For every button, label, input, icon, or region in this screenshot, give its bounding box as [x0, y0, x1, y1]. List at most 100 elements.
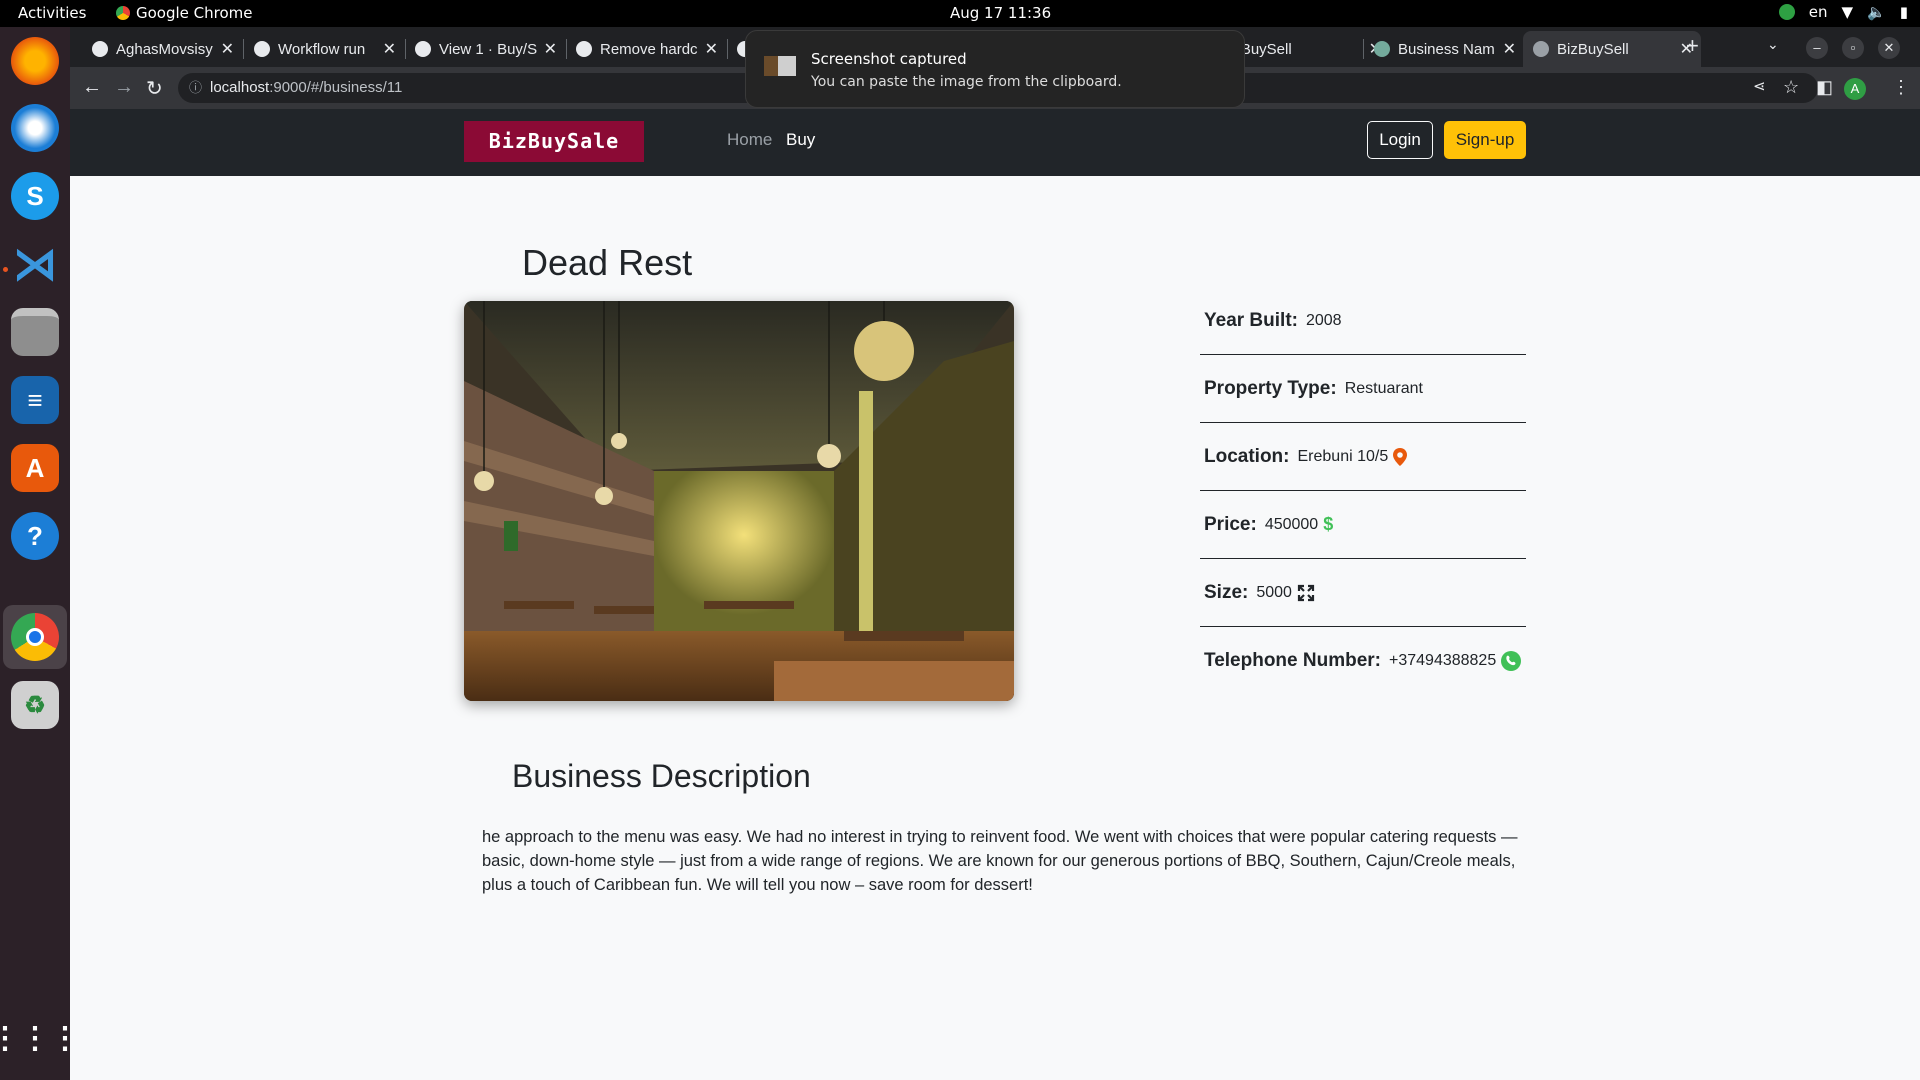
tab-title: Workflow run: [278, 40, 366, 58]
thunderbird-icon[interactable]: [11, 104, 59, 152]
chrome-icon: [116, 6, 130, 20]
browser-tab[interactable]: Business Nam ✕: [1364, 31, 1524, 67]
description-text: he approach to the menu was easy. We had…: [482, 828, 1518, 894]
notification-title: Screenshot captured: [811, 50, 967, 68]
browser-tab[interactable]: Workflow run ✕: [244, 31, 404, 67]
battery-icon[interactable]: ▮: [1900, 3, 1908, 21]
menu-kebab-icon[interactable]: ⋮: [1892, 77, 1910, 98]
openai-icon: [1374, 41, 1390, 57]
business-title: Dead Rest: [522, 242, 693, 283]
tab-title: AghasMovsisy: [116, 40, 213, 58]
detail-telephone: Telephone Number: +37494388825: [1200, 627, 1526, 695]
help-icon[interactable]: ?: [11, 512, 59, 560]
detail-location: Location: Erebuni 10/5: [1200, 423, 1526, 491]
volume-icon[interactable]: 🔈: [1867, 3, 1886, 21]
detail-label: Price:: [1204, 513, 1257, 535]
detail-value: 5000: [1256, 583, 1292, 601]
site-info-icon[interactable]: ⓘ: [189, 73, 202, 103]
close-icon[interactable]: ✕: [705, 39, 718, 59]
skype-icon[interactable]: S: [11, 172, 59, 220]
detail-label: Property Type:: [1204, 377, 1337, 399]
language-indicator[interactable]: en: [1809, 3, 1828, 21]
close-icon[interactable]: ✕: [221, 39, 234, 59]
tab-title: Business Nam: [1398, 40, 1495, 58]
vscode-icon[interactable]: ⋊: [11, 240, 59, 289]
description-heading: Business Description: [512, 758, 811, 794]
close-icon[interactable]: ✕: [544, 39, 557, 59]
reload-icon[interactable]: ↻: [146, 76, 163, 101]
chrome-dock-icon[interactable]: [11, 613, 59, 661]
tab-title: View 1 · Buy/S: [439, 40, 538, 58]
restore-button[interactable]: ▫: [1842, 37, 1864, 59]
signup-button[interactable]: Sign-up: [1444, 121, 1526, 159]
running-indicator: [3, 267, 8, 272]
detail-price: Price: 450000 $: [1200, 491, 1526, 559]
detail-value: 2008: [1305, 311, 1342, 329]
screenshot-thumbnail-icon: [764, 56, 796, 76]
notification-body: You can paste the image from the clipboa…: [811, 74, 1122, 90]
detail-size: Size: 5000: [1200, 559, 1526, 627]
tab-title: izBuySell: [1230, 40, 1292, 58]
browser-tab[interactable]: AghasMovsisy ✕: [82, 31, 242, 67]
activities-button[interactable]: Activities: [18, 4, 86, 22]
browser-tab[interactable]: Remove hardc ✕: [566, 31, 726, 67]
globe-icon: [1533, 41, 1549, 57]
detail-label: Telephone Number:: [1204, 650, 1381, 671]
back-icon[interactable]: ←: [82, 76, 102, 99]
web-page: BizBuySale Home Buy Login Sign-up Dead R…: [70, 109, 1920, 1080]
writer-icon[interactable]: ≡: [11, 376, 59, 424]
update-icon[interactable]: [1778, 4, 1795, 20]
detail-value: +37494388825: [1389, 652, 1497, 669]
trash-icon[interactable]: ♻: [11, 681, 59, 729]
detail-value: Restuarant: [1344, 379, 1423, 397]
close-icon[interactable]: ✕: [383, 39, 396, 59]
bookmark-star-icon[interactable]: ☆: [1783, 77, 1799, 98]
forward-icon[interactable]: →: [114, 76, 134, 99]
detail-label: Year Built:: [1204, 309, 1298, 331]
nav-buy-link[interactable]: Buy: [786, 130, 815, 150]
nav-home-link[interactable]: Home: [727, 130, 772, 150]
show-apps-icon[interactable]: ⋮⋮⋮: [0, 1014, 80, 1062]
site-navbar: BizBuySale Home Buy Login Sign-up: [70, 109, 1920, 176]
phone-icon: [1501, 651, 1522, 671]
screenshot-notification[interactable]: Screenshot captured You can paste the im…: [745, 30, 1245, 108]
system-tray[interactable]: en ▼ 🔈 ▮: [1778, 3, 1908, 21]
github-icon: [415, 41, 431, 57]
new-tab-button[interactable]: +: [1686, 33, 1699, 59]
google-icon: [576, 41, 592, 57]
close-window-button[interactable]: ✕: [1878, 37, 1900, 59]
dollar-icon: $: [1323, 514, 1334, 534]
clock[interactable]: Aug 17 11:36: [950, 4, 1051, 22]
tab-title: BizBuySell: [1557, 40, 1629, 58]
side-panel-icon[interactable]: ◧: [1816, 77, 1833, 98]
detail-year-built: Year Built: 2008: [1200, 287, 1526, 355]
detail-value: Erebuni 10/5: [1297, 447, 1389, 465]
brand-logo[interactable]: BizBuySale: [464, 121, 644, 162]
tab-search-icon[interactable]: ⌄: [1767, 36, 1779, 53]
app-menu[interactable]: Google Chrome: [116, 4, 253, 22]
dock: S ⋊ ≡ A ? ♻ ⋮⋮⋮: [0, 27, 80, 1080]
share-icon[interactable]: ⋖: [1753, 77, 1766, 95]
detail-label: Location:: [1204, 445, 1290, 467]
github-icon: [254, 41, 270, 57]
browser-tab-active[interactable]: BizBuySell ✕: [1523, 31, 1701, 67]
app-center-icon[interactable]: A: [11, 444, 59, 492]
close-icon[interactable]: ✕: [1503, 39, 1516, 59]
tab-title: Remove hardc: [600, 40, 698, 58]
github-icon: [92, 41, 108, 57]
detail-property-type: Property Type: Restuarant: [1200, 355, 1526, 423]
browser-tab[interactable]: View 1 · Buy/S ✕: [405, 31, 565, 67]
files-icon[interactable]: [11, 308, 59, 356]
business-details: Year Built: 2008 Property Type: Restuara…: [1200, 287, 1526, 695]
firefox-icon[interactable]: [11, 37, 59, 85]
minimize-button[interactable]: –: [1806, 37, 1828, 59]
expand-arrows-icon: [1297, 584, 1315, 602]
map-pin-icon: [1393, 447, 1408, 466]
app-name: Google Chrome: [136, 4, 253, 22]
system-top-bar: Activities Google Chrome Aug 17 11:36 en…: [0, 0, 1920, 27]
detail-value: 450000: [1264, 515, 1319, 533]
profile-avatar[interactable]: A: [1844, 78, 1866, 100]
wifi-icon[interactable]: ▼: [1842, 3, 1854, 21]
login-button[interactable]: Login: [1367, 121, 1433, 159]
url-path: :9000/#/business/11: [269, 79, 403, 96]
